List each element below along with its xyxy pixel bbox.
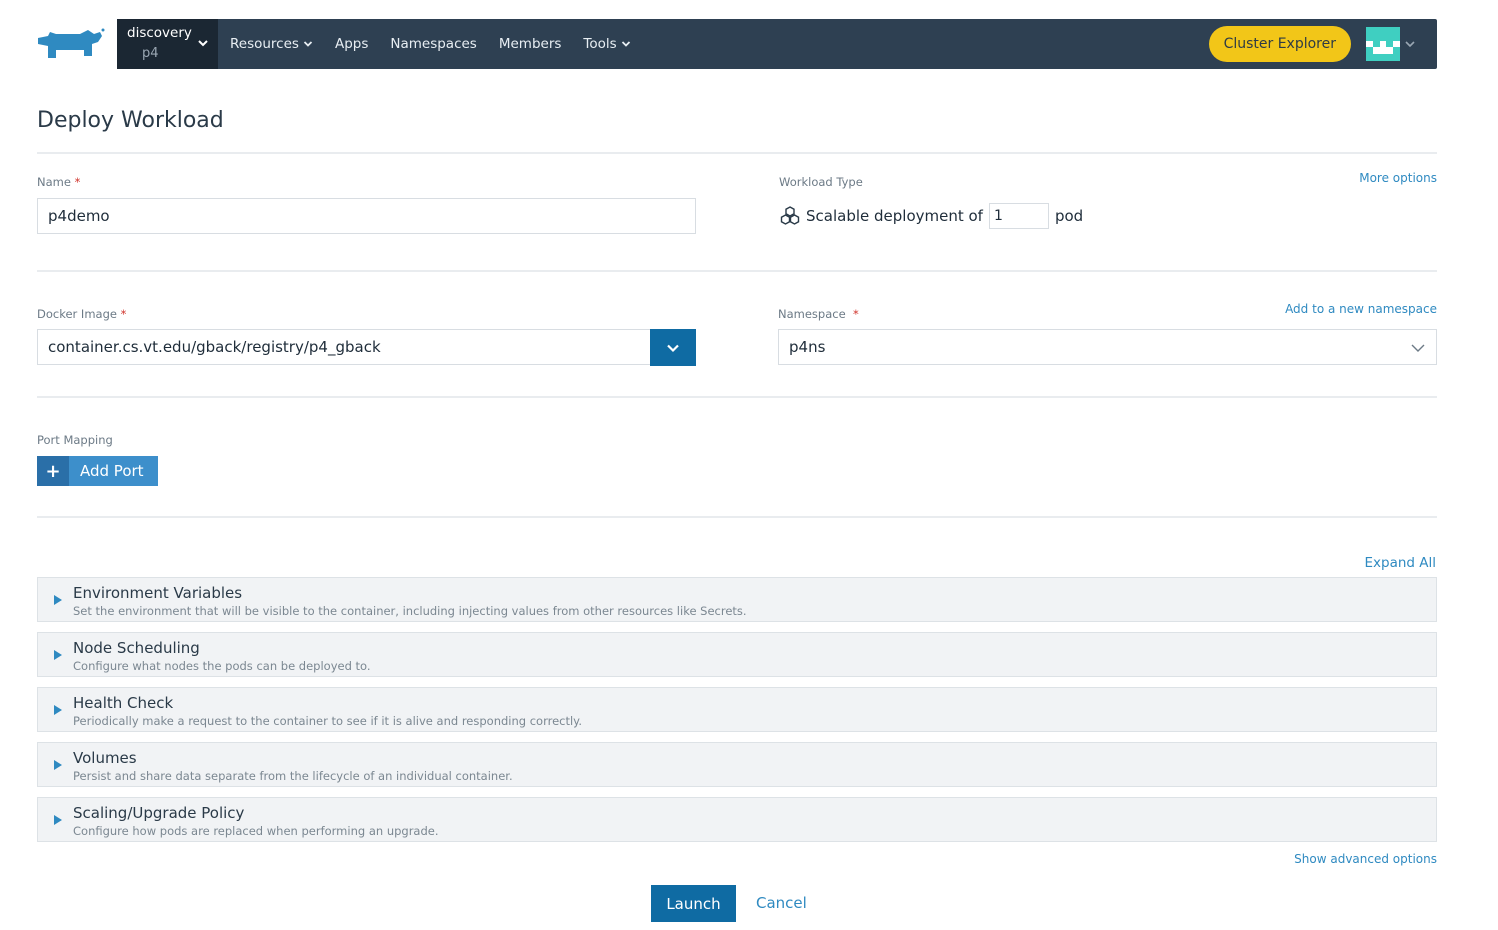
expand-arrow-icon xyxy=(54,760,62,770)
launch-button[interactable]: Launch xyxy=(651,885,736,922)
chevron-down-icon xyxy=(667,344,679,352)
top-nav-bar: discovery p4 Resources Apps Namespaces M… xyxy=(117,19,1437,69)
chevron-down-icon xyxy=(303,41,313,47)
section-title: Health Check xyxy=(73,694,174,712)
nav-apps-label: Apps xyxy=(334,36,369,52)
expand-arrow-icon xyxy=(54,815,62,825)
show-advanced-options-link[interactable]: Show advanced options xyxy=(1294,852,1437,866)
name-label: Name * xyxy=(37,175,80,189)
divider xyxy=(37,396,1437,398)
name-label-text: Name xyxy=(37,175,71,189)
required-marker: * xyxy=(852,307,859,321)
nav-members-label: Members xyxy=(498,36,562,52)
nav-namespaces[interactable]: Namespaces xyxy=(390,36,476,52)
project-name: p4 xyxy=(142,46,159,61)
name-input[interactable]: p4demo xyxy=(37,198,696,234)
docker-image-label: Docker Image * xyxy=(37,307,126,321)
avatar xyxy=(1366,27,1400,61)
section-description: Configure how pods are replaced when per… xyxy=(73,824,439,838)
nav-resources[interactable]: Resources xyxy=(230,36,313,52)
nav-resources-label: Resources xyxy=(230,36,299,52)
workload-type-row: Scalable deployment of 1 pod xyxy=(779,203,1083,229)
expand-arrow-icon xyxy=(54,595,62,605)
docker-image-input[interactable]: container.cs.vt.edu/gback/registry/p4_gb… xyxy=(37,329,651,365)
workload-prefix: Scalable deployment of xyxy=(806,207,983,225)
workload-type-label: Workload Type xyxy=(779,175,863,189)
plus-icon: + xyxy=(37,456,69,486)
cancel-button[interactable]: Cancel xyxy=(756,894,807,912)
accordion-health-check[interactable]: Health Check Periodically make a request… xyxy=(37,687,1437,732)
accordion-scaling-upgrade-policy[interactable]: Scaling/Upgrade Policy Configure how pod… xyxy=(37,797,1437,842)
required-marker: * xyxy=(74,175,81,189)
rancher-logo[interactable] xyxy=(36,26,106,62)
section-title: Environment Variables xyxy=(73,584,243,602)
section-description: Set the environment that will be visible… xyxy=(73,604,747,618)
chevron-down-icon xyxy=(1411,344,1425,352)
nav-namespaces-label: Namespaces xyxy=(390,36,477,52)
accordion-volumes[interactable]: Volumes Persist and share data separate … xyxy=(37,742,1437,787)
more-options-link[interactable]: More options xyxy=(1359,171,1437,185)
expand-all-link[interactable]: Expand All xyxy=(1364,555,1436,571)
expand-arrow-icon xyxy=(54,705,62,715)
namespace-label: Namespace * xyxy=(778,307,859,321)
required-marker: * xyxy=(120,307,127,321)
divider xyxy=(37,270,1437,272)
add-port-label: Add Port xyxy=(80,462,144,480)
expand-arrow-icon xyxy=(54,650,62,660)
section-title: Volumes xyxy=(73,749,137,767)
chevron-down-icon xyxy=(1405,41,1415,48)
page-title: Deploy Workload xyxy=(37,108,224,133)
nav-tools-label: Tools xyxy=(583,36,617,52)
add-port-button[interactable]: + Add Port xyxy=(37,456,158,486)
namespace-select[interactable]: p4ns xyxy=(778,329,1437,365)
nav-apps[interactable]: Apps xyxy=(335,36,368,52)
chevron-down-icon xyxy=(198,40,208,47)
cluster-project-switcher[interactable]: discovery p4 xyxy=(117,19,218,69)
namespace-value: p4ns xyxy=(789,338,826,356)
cluster-name: discovery xyxy=(127,25,192,41)
section-title: Scaling/Upgrade Policy xyxy=(73,804,245,822)
image-dropdown-button[interactable] xyxy=(650,329,696,366)
section-description: Configure what nodes the pods can be dep… xyxy=(73,659,371,673)
nav-members[interactable]: Members xyxy=(499,36,562,52)
accordion-environment-variables[interactable]: Environment Variables Set the environmen… xyxy=(37,577,1437,622)
section-description: Persist and share data separate from the… xyxy=(73,769,513,783)
user-menu[interactable] xyxy=(1366,27,1416,61)
workload-suffix: pod xyxy=(1054,207,1084,225)
scalable-deployment-icon xyxy=(780,206,800,225)
section-description: Periodically make a request to the conta… xyxy=(73,714,583,728)
accordion-node-scheduling[interactable]: Node Scheduling Configure what nodes the… xyxy=(37,632,1437,677)
section-title: Node Scheduling xyxy=(73,639,200,657)
docker-image-label-text: Docker Image xyxy=(37,307,117,321)
chevron-down-icon xyxy=(621,41,630,47)
namespace-label-text: Namespace xyxy=(778,307,846,321)
divider xyxy=(37,152,1437,154)
nav-tools[interactable]: Tools xyxy=(583,36,630,52)
port-mapping-label: Port Mapping xyxy=(37,433,113,447)
add-namespace-link[interactable]: Add to a new namespace xyxy=(1285,302,1437,316)
cluster-explorer-button[interactable]: Cluster Explorer xyxy=(1208,26,1351,62)
divider xyxy=(37,516,1437,518)
scale-input[interactable]: 1 xyxy=(988,203,1049,229)
